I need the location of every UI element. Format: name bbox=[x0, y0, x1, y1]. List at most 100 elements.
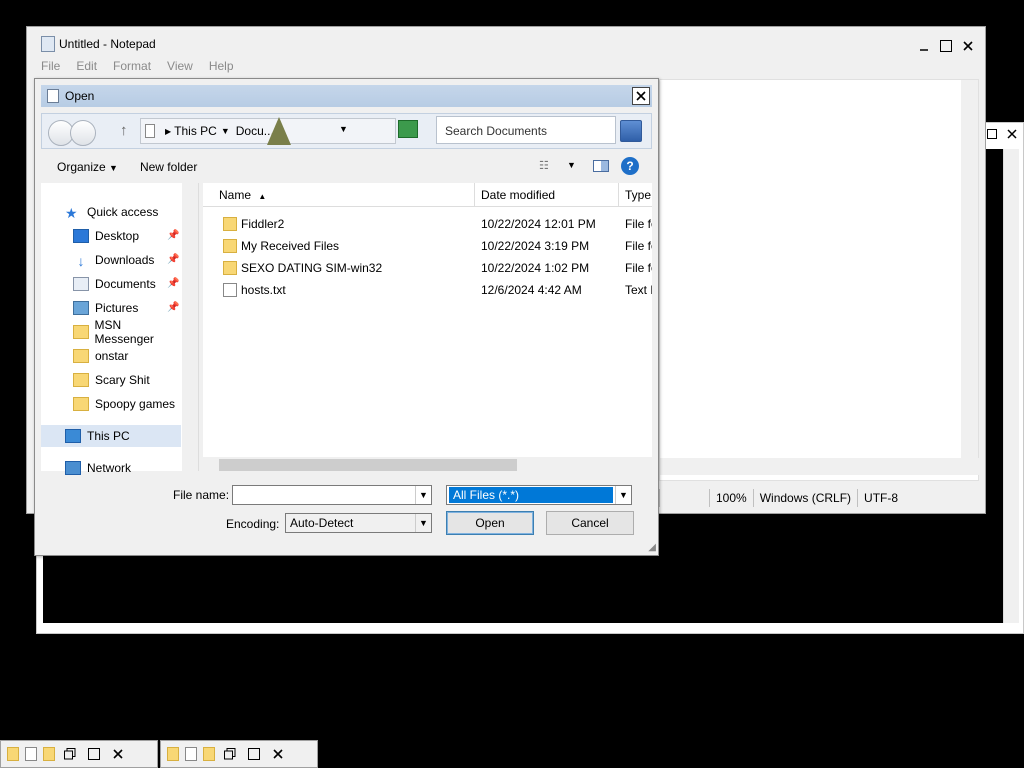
chevron-down-icon[interactable]: ▼ bbox=[221, 126, 230, 136]
up-arrow-icon[interactable]: ↑ bbox=[120, 122, 128, 139]
menu-edit[interactable]: Edit bbox=[76, 59, 97, 73]
address-root[interactable]: This PC bbox=[174, 124, 217, 138]
file-list-header: Name ▲ Date modified Type bbox=[203, 183, 652, 207]
open-button[interactable]: Open bbox=[446, 511, 534, 535]
notepad-icon bbox=[41, 36, 55, 52]
maximize-icon[interactable] bbox=[245, 745, 263, 763]
notepad-titlebar[interactable]: Untitled - Notepad bbox=[27, 27, 985, 61]
chevron-down-icon[interactable]: ▼ bbox=[615, 486, 631, 504]
file-name: SEXO DATING SIM-win32 bbox=[241, 261, 383, 275]
dialog-titlebar[interactable]: Open bbox=[41, 85, 652, 107]
document-icon bbox=[47, 89, 59, 103]
background-window-buttons bbox=[983, 125, 1021, 143]
navigation-bar: ↑ ▶ This PC ▼ Docu... ▼ Search Documents bbox=[41, 113, 652, 149]
notepad-text-area[interactable] bbox=[659, 79, 980, 481]
file-type-filter-value[interactable]: All Files (*.*) bbox=[449, 487, 613, 503]
maximize-icon[interactable] bbox=[85, 745, 103, 763]
close-icon[interactable] bbox=[109, 745, 127, 763]
nav-item-scary-shit[interactable]: Scary Shit bbox=[41, 369, 181, 391]
sort-ascending-icon: ▲ bbox=[258, 192, 267, 201]
resize-grip-icon[interactable]: ◢ bbox=[648, 542, 656, 553]
forward-icon[interactable] bbox=[70, 120, 96, 146]
folder-icon bbox=[223, 217, 237, 231]
file-date: 12/6/2024 4:42 AM bbox=[481, 283, 582, 297]
nav-item-network[interactable]: Network bbox=[41, 457, 181, 479]
preview-pane-icon[interactable] bbox=[593, 160, 609, 172]
column-name[interactable]: Name ▲ bbox=[203, 183, 475, 207]
file-date: 10/22/2024 3:19 PM bbox=[481, 239, 590, 253]
pin-icon: 📌 bbox=[167, 302, 180, 313]
minimized-window-1[interactable] bbox=[0, 740, 158, 768]
nav-item-downloads[interactable]: ↓ Downloads 📌 bbox=[41, 249, 181, 271]
encoding-value[interactable]: Auto-Detect bbox=[290, 516, 353, 530]
file-list-horizontal-scrollbar[interactable] bbox=[203, 457, 652, 473]
file-type: Text D bbox=[625, 283, 652, 297]
nav-item-documents[interactable]: Documents 📌 bbox=[41, 273, 181, 295]
navigation-pane-scrollbar[interactable] bbox=[182, 183, 198, 471]
notepad-menubar: File Edit Format View Help bbox=[41, 59, 234, 73]
notepad-horizontal-scrollbar[interactable] bbox=[660, 458, 980, 475]
file-name-label: File name: bbox=[173, 488, 230, 502]
dialog-bottom: File name: ▼ All Files (*.*) ▼ Encoding:… bbox=[35, 479, 660, 557]
dialog-toolbar: Organize ▼ New folder ☷ ▼ ? bbox=[41, 153, 652, 181]
nav-item-this-pc[interactable]: This PC bbox=[41, 425, 181, 447]
menu-view[interactable]: View bbox=[167, 59, 193, 73]
menu-help[interactable]: Help bbox=[209, 59, 234, 73]
file-row[interactable]: My Received Files 10/22/2024 3:19 PM Fil… bbox=[203, 235, 652, 257]
folder-icon bbox=[73, 373, 89, 387]
chevron-right-icon[interactable]: ▶ bbox=[165, 127, 171, 136]
organize-button[interactable]: Organize ▼ bbox=[57, 160, 118, 174]
column-name-label: Name bbox=[219, 188, 252, 202]
download-arrow-icon: ↓ bbox=[77, 253, 85, 269]
nav-item-desktop[interactable]: Desktop 📌 bbox=[41, 225, 181, 247]
close-icon[interactable] bbox=[632, 87, 650, 105]
view-dropdown-icon[interactable]: ▼ bbox=[567, 160, 576, 170]
new-folder-button[interactable]: New folder bbox=[140, 160, 197, 174]
minimized-window-2[interactable] bbox=[160, 740, 318, 768]
star-icon: ★ bbox=[65, 205, 78, 221]
chevron-down-icon[interactable]: ▼ bbox=[415, 486, 431, 504]
restore-icon[interactable] bbox=[61, 745, 79, 763]
minimize-icon[interactable] bbox=[915, 37, 933, 55]
maximize-icon[interactable] bbox=[937, 37, 955, 55]
file-row[interactable]: Fiddler2 10/22/2024 12:01 PM File fo bbox=[203, 213, 652, 235]
address-folder[interactable]: Docu... bbox=[236, 124, 274, 138]
search-icon[interactable] bbox=[620, 120, 642, 142]
navigation-pane: ★ Quick access Desktop 📌 ↓ Downloads 📌 D… bbox=[41, 183, 199, 475]
close-icon[interactable] bbox=[959, 37, 977, 55]
column-date-modified[interactable]: Date modified bbox=[475, 183, 619, 207]
help-icon[interactable]: ? bbox=[621, 157, 639, 175]
pictures-icon bbox=[73, 301, 89, 315]
menu-format[interactable]: Format bbox=[113, 59, 151, 73]
address-dropdown-icon[interactable]: ▼ bbox=[339, 124, 348, 134]
cancel-button[interactable]: Cancel bbox=[546, 511, 634, 535]
nav-item-onstar[interactable]: onstar bbox=[41, 345, 181, 367]
notepad-vertical-scrollbar[interactable] bbox=[961, 80, 978, 466]
encoding-label: Encoding: bbox=[226, 517, 280, 531]
close-icon[interactable] bbox=[1003, 125, 1021, 143]
close-icon[interactable] bbox=[269, 745, 287, 763]
file-name-combobox[interactable]: ▼ bbox=[232, 485, 432, 505]
nav-item-quick-access[interactable]: ★ Quick access bbox=[41, 201, 181, 223]
scrollbar-thumb[interactable] bbox=[219, 459, 517, 471]
restore-icon[interactable] bbox=[221, 745, 239, 763]
chevron-down-icon[interactable]: ▼ bbox=[415, 514, 431, 532]
refresh-icon[interactable] bbox=[398, 120, 418, 138]
menu-file[interactable]: File bbox=[41, 59, 60, 73]
view-options-icon[interactable]: ☷ bbox=[539, 159, 549, 172]
nav-item-msn-messenger[interactable]: MSN Messenger bbox=[41, 318, 181, 346]
address-bar[interactable]: ▶ This PC ▼ Docu... ▼ bbox=[140, 117, 396, 145]
column-type[interactable]: Type bbox=[619, 183, 652, 207]
notepad-statusbar: 100% Windows (CRLF) UTF-8 bbox=[659, 487, 979, 509]
search-input[interactable]: Search Documents bbox=[436, 116, 616, 144]
nav-item-label: Downloads bbox=[95, 253, 155, 267]
encoding-dropdown[interactable]: Auto-Detect ▼ bbox=[285, 513, 432, 533]
file-row[interactable]: SEXO DATING SIM-win32 10/22/2024 1:02 PM… bbox=[203, 257, 652, 279]
pin-icon: 📌 bbox=[167, 230, 180, 241]
file-row[interactable]: hosts.txt 12/6/2024 4:42 AM Text D bbox=[203, 279, 652, 301]
file-type-filter[interactable]: All Files (*.*) ▼ bbox=[446, 485, 632, 505]
nav-item-pictures[interactable]: Pictures 📌 bbox=[41, 297, 181, 319]
nav-item-spoopy-games[interactable]: Spoopy games bbox=[41, 393, 181, 415]
background-window-scrollbar[interactable] bbox=[1003, 149, 1019, 623]
status-zoom: 100% bbox=[709, 489, 753, 507]
